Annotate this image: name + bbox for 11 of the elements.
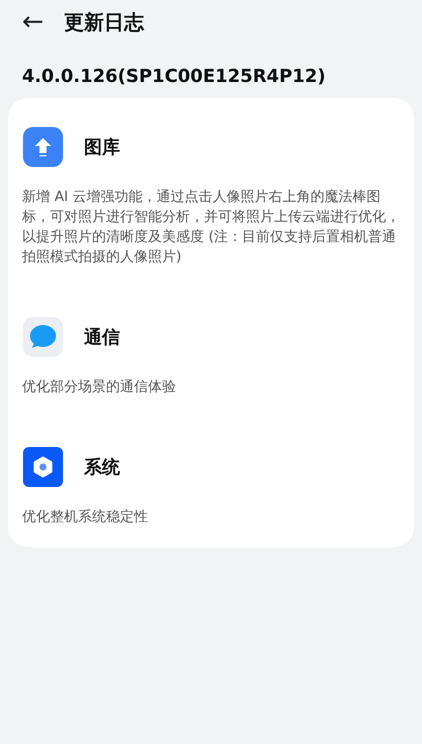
section-description: 优化部分场景的通信体验 — [22, 378, 177, 397]
section-description: 新增 AI 云增强功能，通过点击人像照片右上角的魔法棒图标，可对照片进行智能分析，并可将照片上传云端进行优化，以提升照片的清晰度及美感度 (注：目前仅支持后置相机普通拍照模式拍摄的人像照片) — [22, 188, 401, 267]
chat-bubble-icon — [23, 317, 63, 357]
section-description: 优化整机系统稳定性 — [22, 508, 149, 527]
section-title: 图库 — [84, 136, 120, 159]
section-title: 系统 — [84, 456, 120, 479]
version-number: 4.0.0.126(SP1C00E125R4P12) — [21, 65, 327, 89]
page-title: 更新日志 — [64, 8, 144, 36]
back-button[interactable]: ← — [22, 9, 44, 35]
section-title: 通信 — [84, 326, 120, 349]
gear-icon — [23, 447, 63, 487]
